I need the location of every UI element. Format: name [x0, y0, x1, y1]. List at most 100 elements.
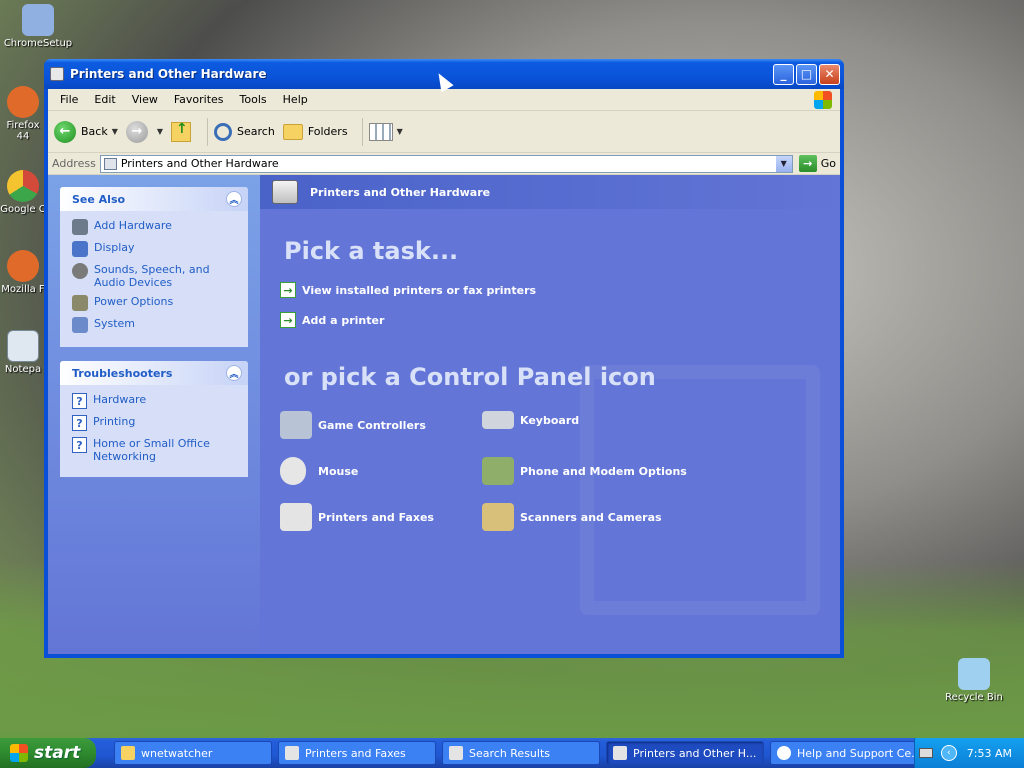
link-label: Home or Small Office Networking: [93, 437, 210, 463]
chevron-left-icon[interactable]: ‹: [940, 745, 957, 761]
standard-toolbar: ← Back ▼ → ▼ Search Folders: [48, 111, 840, 153]
desktop-icon-label: Google C: [0, 204, 46, 215]
cp-icon-phone-modem[interactable]: Phone and Modem Options: [482, 457, 687, 485]
printer-icon: [285, 746, 299, 760]
printer-mouse-icon: [272, 180, 298, 204]
menu-file[interactable]: File: [52, 93, 86, 106]
cp-icon-game-controllers[interactable]: Game Controllers: [280, 411, 426, 439]
keyboard-tray-icon[interactable]: [918, 748, 933, 758]
desktop-icon-label: Recycle Bin: [945, 692, 1003, 703]
taskbar-button-printers-other-hardware[interactable]: Printers and Other H...: [606, 741, 764, 765]
taskbar-button-printers-faxes[interactable]: Printers and Faxes: [278, 741, 436, 765]
task-arrow-icon: →: [280, 312, 296, 328]
window-title: Printers and Other Hardware: [70, 67, 267, 81]
taskbar-button-search-results[interactable]: Search Results: [442, 741, 600, 765]
clock[interactable]: 7:53 AM: [967, 747, 1012, 760]
collapse-icon[interactable]: ︽: [226, 365, 242, 381]
menu-help[interactable]: Help: [275, 93, 316, 106]
cp-icon-mouse[interactable]: Mouse: [280, 457, 358, 485]
taskbar-button-wnetwatcher[interactable]: wnetwatcher: [114, 741, 272, 765]
cp-icon-printers-faxes[interactable]: Printers and Faxes: [280, 503, 434, 531]
forward-arrow-icon: →: [125, 120, 148, 143]
start-button[interactable]: start: [0, 738, 96, 768]
control-panel-icon: [103, 157, 117, 170]
see-also-display[interactable]: Display: [72, 241, 240, 257]
minimize-button[interactable]: _: [773, 63, 794, 85]
desktop-icon-recycle-bin[interactable]: Recycle Bin: [936, 658, 1012, 703]
mouse-icon: [280, 457, 306, 485]
desktop-icon-mozilla-firefox[interactable]: Mozilla F: [0, 250, 46, 295]
taskbar-button-label: Printers and Other H...: [633, 746, 757, 760]
troubleshooters-header[interactable]: Troubleshooters ︽: [60, 361, 248, 385]
folders-label: Folders: [307, 125, 348, 138]
search-button[interactable]: Search: [214, 122, 275, 141]
windows-logo-icon: [814, 91, 832, 109]
address-input[interactable]: Printers and Other Hardware ▼: [99, 154, 793, 173]
menu-favorites[interactable]: Favorites: [166, 93, 232, 106]
troubleshooter-printing[interactable]: ? Printing: [72, 415, 240, 431]
desktop-icon-chromesetup[interactable]: ChromeSetup: [0, 4, 76, 49]
category-header: Printers and Other Hardware: [260, 175, 840, 209]
search-icon: [214, 122, 233, 141]
link-label: Printing: [93, 415, 136, 428]
forward-button[interactable]: → ▼: [125, 120, 163, 143]
cp-icon-label: Printers and Faxes: [318, 510, 434, 524]
task-add-printer[interactable]: → Add a printer: [280, 312, 384, 328]
see-also-power-options[interactable]: Power Options: [72, 295, 240, 311]
desktop-icon-notepad[interactable]: Notepa: [0, 330, 46, 375]
menu-view[interactable]: View: [124, 93, 166, 106]
troubleshooter-networking[interactable]: ? Home or Small Office Networking: [72, 437, 240, 463]
link-label: Hardware: [93, 393, 147, 406]
up-button[interactable]: [171, 121, 193, 142]
chevron-down-icon[interactable]: ▼: [157, 127, 163, 136]
chrome-icon: [7, 170, 39, 202]
close-button[interactable]: ✕: [819, 63, 840, 85]
see-also-sounds[interactable]: Sounds, Speech, and Audio Devices: [72, 263, 240, 289]
see-also-header[interactable]: See Also ︽: [60, 187, 248, 211]
pick-task-heading: Pick a task...: [284, 237, 459, 265]
address-value: Printers and Other Hardware: [120, 157, 279, 170]
link-label: Display: [94, 241, 135, 254]
cp-icon-label: Mouse: [318, 464, 359, 478]
gamepad-icon: [280, 411, 312, 439]
speaker-icon: [72, 263, 88, 279]
address-label: Address: [52, 157, 96, 170]
go-button[interactable]: → Go: [798, 155, 836, 172]
cp-icon-keyboard[interactable]: Keyboard: [482, 411, 579, 429]
troubleshooter-hardware[interactable]: ? Hardware: [72, 393, 240, 409]
task-arrow-icon: →: [280, 282, 296, 298]
help-question-icon: ?: [72, 415, 87, 431]
taskbar-button-label: Help and Support Ce...: [797, 746, 920, 760]
cp-icon-scanners-cameras[interactable]: Scanners and Cameras: [482, 503, 662, 531]
taskbar-button-help-support[interactable]: Help and Support Ce...: [770, 741, 920, 765]
desktop-icon-label: Notepa: [4, 364, 42, 375]
pick-icon-heading: or pick a Control Panel icon: [284, 363, 656, 391]
toolbar-separator: [207, 117, 209, 146]
toolbar-separator: [361, 117, 363, 146]
collapse-icon[interactable]: ︽: [226, 191, 242, 207]
back-button[interactable]: ← Back ▼: [54, 120, 118, 143]
see-also-system[interactable]: System: [72, 317, 240, 333]
system-tray: ‹ 7:53 AM: [914, 738, 1024, 768]
menu-tools[interactable]: Tools: [232, 93, 275, 106]
views-button[interactable]: ▼: [368, 122, 403, 141]
see-also-add-hardware[interactable]: Add Hardware: [72, 219, 240, 235]
troubleshooters-title: Troubleshooters: [72, 366, 173, 380]
chevron-down-icon[interactable]: ▼: [112, 127, 118, 136]
desktop-icon-label: Mozilla F: [1, 284, 45, 295]
menu-edit[interactable]: Edit: [86, 93, 123, 106]
phone-modem-icon: [482, 457, 514, 485]
chevron-down-icon[interactable]: ▼: [775, 155, 792, 172]
task-label: Add a printer: [302, 313, 385, 327]
back-label: Back: [81, 125, 108, 138]
scanner-icon: [482, 503, 514, 531]
maximize-button[interactable]: □: [796, 63, 817, 85]
folders-button[interactable]: Folders: [282, 123, 348, 140]
installer-icon: [22, 4, 54, 36]
go-arrow-icon: →: [798, 155, 817, 172]
desktop-icon-google-chrome[interactable]: Google C: [0, 170, 46, 215]
task-view-printers[interactable]: → View installed printers or fax printer…: [280, 282, 536, 298]
cp-icon-label: Phone and Modem Options: [520, 464, 687, 478]
desktop-icon-firefox[interactable]: Firefox 44: [0, 86, 46, 142]
notepad-icon: [7, 330, 39, 362]
